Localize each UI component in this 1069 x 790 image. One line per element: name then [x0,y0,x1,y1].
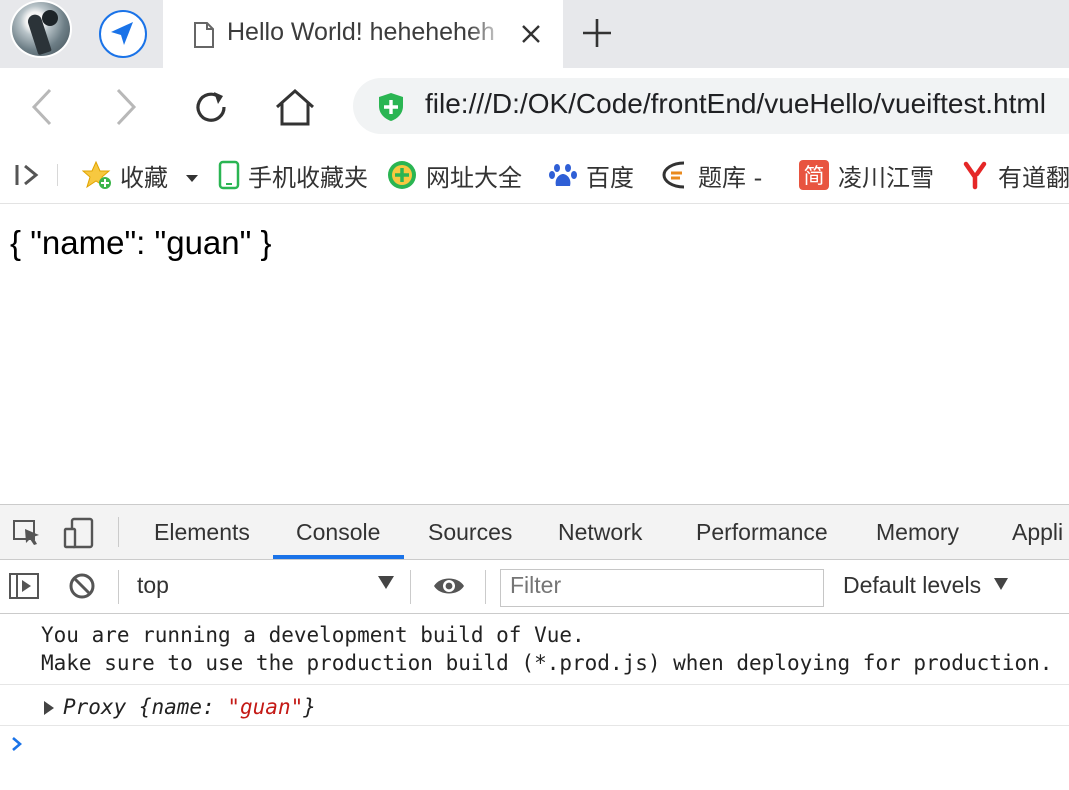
bookmark-label: 百度 [586,163,634,192]
divider [410,570,411,604]
navigation-bar: file:///D:/OK/Code/frontEnd/vueHello/vue… [0,68,1069,146]
bookmark-label: 手机收藏夹 [248,163,368,192]
active-tab-indicator [273,555,404,559]
inspect-element-icon[interactable] [12,519,42,551]
tab-title: Hello World! heheheheh [227,18,495,46]
sidebar-toggle-icon[interactable] [8,572,40,604]
page-icon [193,22,215,52]
divider [485,570,486,604]
bookmarks-bar: 收藏 手机收藏夹 网址大全 百度 题库 - 简 凌川江雪 有道翻 [0,146,1069,204]
reload-icon[interactable] [190,86,232,132]
phone-icon [218,160,240,190]
tab-network[interactable]: Network [558,519,642,546]
bookmark-web-directory[interactable]: 网址大全 [386,158,522,192]
home-icon[interactable] [273,86,317,132]
log-levels-dropdown[interactable]: Default levels [843,572,981,599]
tab-memory[interactable]: Memory [876,519,959,546]
new-tab-plus-icon[interactable] [580,16,614,54]
bookmark-mobile[interactable]: 手机收藏夹 [218,158,368,192]
proxy-suffix: } [303,695,316,719]
sidebar-toggle-icon[interactable] [14,162,42,192]
filter-input[interactable]: Filter [500,569,824,607]
tiku-icon [662,161,685,189]
devtools-panel: Elements Console Sources Network Perform… [0,504,1069,790]
star-icon [82,160,111,189]
bookmark-tiku[interactable]: 题库 - [660,158,762,192]
page-content: { "name": "guan" } [0,204,1069,504]
bookmark-favorites[interactable]: 收藏 [82,158,206,192]
expand-triangle-icon[interactable] [44,701,54,715]
bookmark-youdao[interactable]: 有道翻 [962,158,1069,192]
devtools-tabbar: Elements Console Sources Network Perform… [0,505,1069,560]
bookmark-label: 网址大全 [426,163,522,192]
bookmark-label: 题库 - [698,163,763,192]
tab-sources[interactable]: Sources [428,519,512,546]
console-message[interactable]: Proxy {name: "guan"} [0,685,1069,726]
tab-elements[interactable]: Elements [154,519,250,546]
device-toolbar-icon[interactable] [62,517,96,553]
console-output: You are running a development build of V… [0,614,1069,790]
console-text: Make sure to use the production build (*… [41,651,1053,675]
divider [118,517,119,547]
console-text: You are running a development build of V… [41,623,585,647]
active-tab[interactable]: Hello World! heheheheh [163,0,563,68]
user-avatar[interactable] [10,0,72,58]
chevron-down-icon[interactable] [994,578,1008,590]
divider [57,164,58,186]
close-icon[interactable] [519,22,543,50]
address-bar[interactable]: file:///D:/OK/Code/frontEnd/vueHello/vue… [353,78,1069,134]
tab-application[interactable]: Appli [1012,519,1063,546]
clear-console-icon[interactable] [68,572,96,604]
json-output: { "name": "guan" } [10,224,272,261]
youdao-icon [963,161,987,190]
divider [118,570,119,604]
secure-shield-icon [375,91,407,127]
chevron-down-icon[interactable] [378,576,394,589]
proxy-value: "guan" [227,695,304,719]
console-toolbar: top Filter Default levels [0,560,1069,614]
proxy-prefix: Proxy {name: [63,695,228,719]
web-directory-icon [388,161,416,189]
bookmark-jian[interactable]: 简 凌川江雪 [798,158,934,192]
console-prompt-chevron-icon[interactable] [10,734,24,758]
chevron-down-icon[interactable] [186,161,206,189]
eye-icon[interactable] [432,574,466,602]
console-message: You are running a development build of V… [0,614,1069,685]
bookmark-baidu[interactable]: 百度 [548,158,634,192]
svg-text:简: 简 [804,164,825,188]
forward-arrow-icon[interactable] [114,86,138,132]
bookmark-label: 凌川江雪 [838,163,934,192]
url-text[interactable]: file:///D:/OK/Code/frontEnd/vueHello/vue… [425,88,1046,120]
context-selector[interactable]: top [137,572,169,599]
bookmark-label: 收藏 [120,163,168,192]
jian-icon: 简 [799,160,829,190]
back-arrow-icon[interactable] [30,86,54,132]
navigation-arrow-icon[interactable] [98,9,148,59]
bookmark-label: 有道翻 [998,163,1069,192]
baidu-paw-icon [549,164,577,186]
tab-strip: Hello World! heheheheh [0,0,1069,68]
tab-console[interactable]: Console [296,519,380,546]
tab-performance[interactable]: Performance [696,519,828,546]
proxy-object[interactable]: Proxy {name: "guan"} [63,695,316,719]
